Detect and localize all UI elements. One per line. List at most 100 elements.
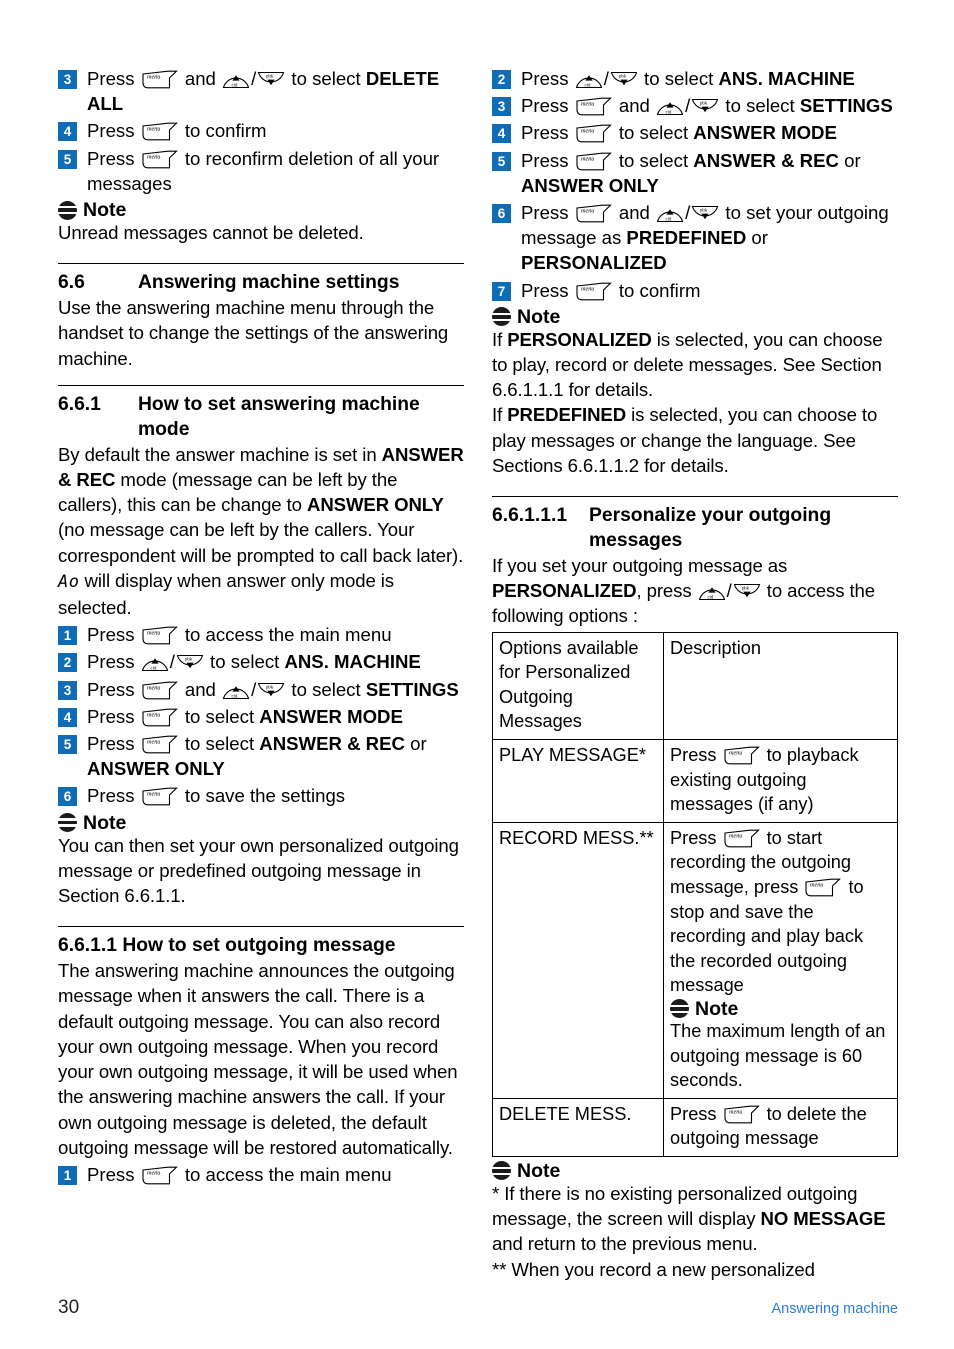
svg-text:menu: menu — [581, 128, 594, 135]
section-divider — [58, 263, 464, 265]
menu-softkey-icon: menu — [142, 150, 178, 169]
table-cell-option: DELETE MESS. — [492, 1097, 664, 1157]
svg-text:menu: menu — [581, 101, 594, 108]
section-divider — [58, 926, 464, 928]
key-separator: / — [685, 202, 691, 224]
menu-softkey-icon: menu — [142, 735, 178, 754]
step-text-post: to select — [638, 68, 719, 89]
note-heading: Note — [670, 999, 891, 1019]
note-bold-no-message: NO MESSAGE — [760, 1208, 886, 1230]
table-cell-description: Press menu to start recording the outgoi… — [663, 821, 898, 1099]
key-separator: / — [251, 68, 257, 89]
table-header-options: Options available for Personalized Outgo… — [492, 631, 664, 741]
svg-text:cid: cid — [232, 83, 238, 88]
step-text-pre: Press — [87, 651, 140, 673]
step-text-post: to select — [613, 122, 694, 144]
body-part-a: By default the answer machine is set in — [58, 443, 382, 465]
up-cid-key-icon: cid — [141, 654, 169, 672]
svg-text:pbk: pbk — [742, 587, 750, 592]
section-number: 6.6.1.1 — [58, 935, 117, 957]
footer-section-label: Answering machine — [771, 1301, 898, 1317]
step-text-pre: Press — [87, 147, 140, 169]
svg-text:menu: menu — [147, 711, 160, 718]
note-body: If PERSONALIZED is selected, you can cho… — [492, 327, 898, 403]
left-column: 3 Press menu and cid / pbk to select DELET… — [58, 66, 464, 1282]
key-separator: / — [169, 651, 175, 673]
section-title: Personalize your outgoing messages — [589, 505, 832, 552]
svg-text:menu: menu — [581, 155, 594, 162]
step-number-badge: 5 — [492, 151, 511, 171]
step-text-bold: ANSWER & REC — [259, 733, 405, 755]
step-item: 2 Press cid / pbk to select ANS. MACHINE — [492, 66, 898, 91]
step-text-bold: PREDEFINED — [626, 227, 747, 249]
two-column-body: 3 Press menu and cid / pbk to select DELET… — [58, 66, 898, 1282]
step-text-pre: Press — [87, 120, 140, 142]
step-text-bold: SETTINGS — [799, 95, 893, 117]
svg-text:pbk: pbk — [266, 74, 274, 79]
step-number-badge: 5 — [58, 149, 77, 169]
step-number-badge: 2 — [58, 653, 77, 673]
step-text-bold: SETTINGS — [365, 678, 459, 700]
step-text-pre: Press — [521, 279, 574, 301]
step-text-pre: Press — [521, 122, 574, 144]
step-text-post: to save the settings — [179, 785, 346, 807]
note-icon — [492, 307, 511, 327]
down-pbk-key-icon: pbk — [733, 583, 761, 601]
svg-text:menu: menu — [581, 208, 594, 215]
step-text-pre: Press — [521, 68, 574, 89]
step-number-badge: 4 — [58, 707, 77, 727]
table-cell-option: PLAY MESSAGE* — [492, 739, 664, 823]
table-cell-option: RECORD MESS.** — [492, 821, 664, 1099]
note-heading: Note — [492, 307, 898, 327]
step-number-badge: 3 — [492, 97, 511, 117]
step-text-bold: ANS. MACHINE — [284, 651, 421, 673]
note-part-c: and return to the previous menu. — [492, 1233, 758, 1255]
table-cell-description: Press menu to delete the outgoing messag… — [663, 1097, 898, 1157]
down-pbk-key-icon: pbk — [257, 682, 285, 700]
menu-softkey-icon: menu — [576, 97, 612, 116]
note-label: Note — [83, 811, 127, 834]
menu-softkey-icon: menu — [723, 1105, 760, 1124]
step-text-post: to select — [613, 149, 694, 171]
step-text-post: to select — [179, 733, 260, 755]
table-row: DELETE MESS. Press menu to delete the ou… — [492, 1097, 898, 1157]
step-text: Press menu to reconfirm deletion of all … — [87, 146, 464, 196]
step-text: Press cid / pbk to select ANS. MACHINE — [521, 66, 898, 91]
step-number-badge: 5 — [58, 735, 77, 755]
step-text-pre: Press — [87, 678, 140, 700]
step-text-bold: ANSWER MODE — [259, 705, 403, 727]
step-text: Press menu to confirm — [87, 118, 464, 143]
note-label: Note — [517, 305, 561, 328]
section-heading: 6.6.1.1 How to set outgoing message — [58, 933, 464, 958]
step-item: 4 Press menu to confirm — [58, 118, 464, 143]
step-number-badge: 1 — [58, 626, 77, 646]
step-text-bold2: ANSWER ONLY — [87, 758, 225, 780]
section-number: 6.6.1.1.1 — [492, 505, 568, 527]
section-heading: 6.6.1.1.1 Personalize your outgoing mess… — [492, 503, 898, 553]
step-text-pre: Press — [521, 149, 574, 171]
step-text-post: to select — [720, 95, 800, 117]
note-icon — [492, 1161, 511, 1181]
up-cid-key-icon: cid — [222, 682, 250, 700]
menu-softkey-icon: menu — [576, 152, 612, 171]
step-item: 6 Press menu and cid / pbk to set your out… — [492, 200, 898, 276]
section-title: Answering machine settings — [138, 272, 400, 294]
note-label: Note — [83, 199, 127, 222]
section-divider — [58, 384, 464, 386]
svg-text:menu: menu — [147, 791, 160, 798]
step-text-pre: Press — [87, 785, 140, 807]
svg-text:menu: menu — [147, 153, 160, 160]
body-part-e: (no message can be left by the callers. … — [58, 519, 464, 566]
manual-page: 3 Press menu and cid / pbk to select DELET… — [0, 0, 954, 1349]
step-text: Press menu to access the main menu — [87, 622, 464, 647]
step-text: Press menu to select ANSWER MODE — [87, 704, 464, 729]
table-header-row: Options available for Personalized Outgo… — [492, 631, 898, 741]
up-cid-key-icon: cid — [656, 205, 684, 223]
lcd-ao-glyph: Ao — [58, 571, 80, 592]
note-footnote-2: ** When you record a new personalized — [492, 1258, 815, 1280]
section-title: How to set answering machine mode — [138, 393, 420, 440]
down-pbk-key-icon: pbk — [610, 71, 638, 89]
section-body: Use the answering machine menu through t… — [58, 297, 449, 369]
menu-softkey-icon: menu — [142, 1166, 178, 1185]
step-text: Press menu to select ANSWER & REC or ANS… — [87, 731, 464, 781]
